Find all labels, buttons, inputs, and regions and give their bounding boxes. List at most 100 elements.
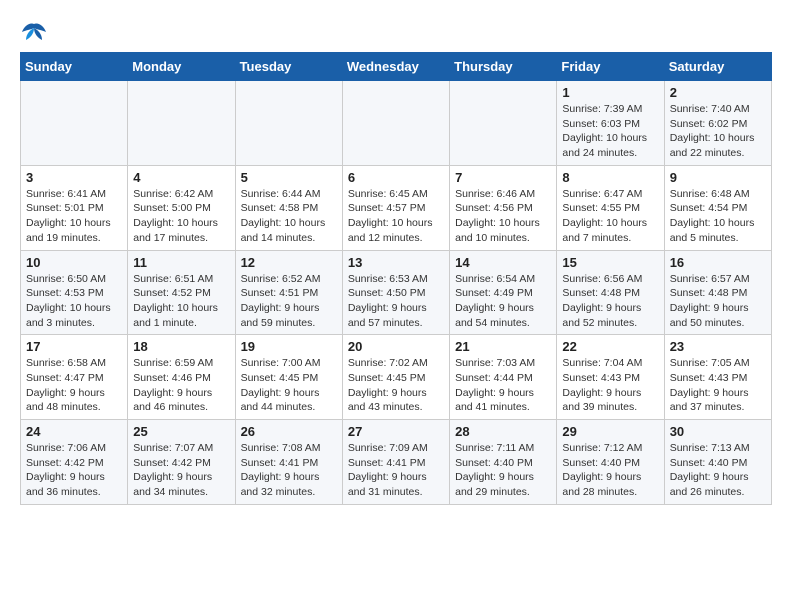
day-info: Sunrise: 6:56 AM Sunset: 4:48 PM Dayligh… bbox=[562, 272, 658, 331]
day-number: 1 bbox=[562, 85, 658, 100]
logo-bird-icon bbox=[20, 20, 48, 44]
weekday-header-friday: Friday bbox=[557, 53, 664, 81]
day-info: Sunrise: 7:08 AM Sunset: 4:41 PM Dayligh… bbox=[241, 441, 337, 500]
day-info: Sunrise: 6:58 AM Sunset: 4:47 PM Dayligh… bbox=[26, 356, 122, 415]
day-number: 23 bbox=[670, 339, 766, 354]
calendar-day-7: 7 Sunrise: 6:46 AM Sunset: 4:56 PM Daylig… bbox=[450, 165, 557, 250]
day-info: Sunrise: 6:54 AM Sunset: 4:49 PM Dayligh… bbox=[455, 272, 551, 331]
day-number: 21 bbox=[455, 339, 551, 354]
day-info: Sunrise: 6:42 AM Sunset: 5:00 PM Dayligh… bbox=[133, 187, 229, 246]
day-info: Sunrise: 7:39 AM Sunset: 6:03 PM Dayligh… bbox=[562, 102, 658, 161]
day-number: 3 bbox=[26, 170, 122, 185]
calendar-day-30: 30Sunrise: 7:13 AM Sunset: 4:40 PM Dayli… bbox=[664, 420, 771, 505]
day-info: Sunrise: 7:04 AM Sunset: 4:43 PM Dayligh… bbox=[562, 356, 658, 415]
calendar-empty-cell bbox=[21, 81, 128, 166]
day-number: 12 bbox=[241, 255, 337, 270]
day-number: 29 bbox=[562, 424, 658, 439]
day-info: Sunrise: 6:41 AM Sunset: 5:01 PM Dayligh… bbox=[26, 187, 122, 246]
calendar-day-15: 15 Sunrise: 6:56 AM Sunset: 4:48 PM Dayli… bbox=[557, 250, 664, 335]
day-info: Sunrise: 7:07 AM Sunset: 4:42 PM Dayligh… bbox=[133, 441, 229, 500]
day-number: 4 bbox=[133, 170, 229, 185]
day-number: 15 bbox=[562, 255, 658, 270]
day-info: Sunrise: 6:52 AM Sunset: 4:51 PM Dayligh… bbox=[241, 272, 337, 331]
day-number: 16 bbox=[670, 255, 766, 270]
day-number: 11 bbox=[133, 255, 229, 270]
day-info: Sunrise: 7:09 AM Sunset: 4:41 PM Dayligh… bbox=[348, 441, 444, 500]
calendar-day-22: 22 Sunrise: 7:04 AM Sunset: 4:43 PM Dayli… bbox=[557, 335, 664, 420]
calendar-week-row: 17Sunrise: 6:58 AM Sunset: 4:47 PM Dayli… bbox=[21, 335, 772, 420]
day-number: 28 bbox=[455, 424, 551, 439]
calendar-week-row: 1 Sunrise: 7:39 AM Sunset: 6:03 PM Daylig… bbox=[21, 81, 772, 166]
calendar-day-27: 27 Sunrise: 7:09 AM Sunset: 4:41 PM Dayli… bbox=[342, 420, 449, 505]
day-number: 7 bbox=[455, 170, 551, 185]
calendar-day-9: 9 Sunrise: 6:48 AM Sunset: 4:54 PM Daylig… bbox=[664, 165, 771, 250]
day-number: 25 bbox=[133, 424, 229, 439]
day-info: Sunrise: 6:47 AM Sunset: 4:55 PM Dayligh… bbox=[562, 187, 658, 246]
day-info: Sunrise: 6:57 AM Sunset: 4:48 PM Dayligh… bbox=[670, 272, 766, 331]
day-number: 13 bbox=[348, 255, 444, 270]
day-info: Sunrise: 6:48 AM Sunset: 4:54 PM Dayligh… bbox=[670, 187, 766, 246]
weekday-header-monday: Monday bbox=[128, 53, 235, 81]
calendar-day-8: 8 Sunrise: 6:47 AM Sunset: 4:55 PM Daylig… bbox=[557, 165, 664, 250]
page-header bbox=[20, 20, 772, 44]
day-info: Sunrise: 6:51 AM Sunset: 4:52 PM Dayligh… bbox=[133, 272, 229, 331]
calendar-week-row: 10 Sunrise: 6:50 AM Sunset: 4:53 PM Dayli… bbox=[21, 250, 772, 335]
calendar-day-1: 1 Sunrise: 7:39 AM Sunset: 6:03 PM Daylig… bbox=[557, 81, 664, 166]
day-info: Sunrise: 7:12 AM Sunset: 4:40 PM Dayligh… bbox=[562, 441, 658, 500]
calendar-day-12: 12 Sunrise: 6:52 AM Sunset: 4:51 PM Dayli… bbox=[235, 250, 342, 335]
day-number: 9 bbox=[670, 170, 766, 185]
calendar-week-row: 24Sunrise: 7:06 AM Sunset: 4:42 PM Dayli… bbox=[21, 420, 772, 505]
day-number: 26 bbox=[241, 424, 337, 439]
calendar-week-row: 3 Sunrise: 6:41 AM Sunset: 5:01 PM Daylig… bbox=[21, 165, 772, 250]
weekday-header-saturday: Saturday bbox=[664, 53, 771, 81]
day-number: 27 bbox=[348, 424, 444, 439]
day-number: 30 bbox=[670, 424, 766, 439]
day-number: 6 bbox=[348, 170, 444, 185]
day-info: Sunrise: 7:00 AM Sunset: 4:45 PM Dayligh… bbox=[241, 356, 337, 415]
calendar-day-24: 24Sunrise: 7:06 AM Sunset: 4:42 PM Dayli… bbox=[21, 420, 128, 505]
day-info: Sunrise: 6:45 AM Sunset: 4:57 PM Dayligh… bbox=[348, 187, 444, 246]
day-info: Sunrise: 6:50 AM Sunset: 4:53 PM Dayligh… bbox=[26, 272, 122, 331]
day-info: Sunrise: 7:03 AM Sunset: 4:44 PM Dayligh… bbox=[455, 356, 551, 415]
day-number: 22 bbox=[562, 339, 658, 354]
day-info: Sunrise: 7:02 AM Sunset: 4:45 PM Dayligh… bbox=[348, 356, 444, 415]
calendar-day-3: 3 Sunrise: 6:41 AM Sunset: 5:01 PM Daylig… bbox=[21, 165, 128, 250]
calendar-day-6: 6 Sunrise: 6:45 AM Sunset: 4:57 PM Daylig… bbox=[342, 165, 449, 250]
calendar-day-14: 14Sunrise: 6:54 AM Sunset: 4:49 PM Dayli… bbox=[450, 250, 557, 335]
calendar-day-13: 13 Sunrise: 6:53 AM Sunset: 4:50 PM Dayli… bbox=[342, 250, 449, 335]
day-number: 18 bbox=[133, 339, 229, 354]
day-info: Sunrise: 7:06 AM Sunset: 4:42 PM Dayligh… bbox=[26, 441, 122, 500]
calendar-day-25: 25 Sunrise: 7:07 AM Sunset: 4:42 PM Dayli… bbox=[128, 420, 235, 505]
weekday-header-thursday: Thursday bbox=[450, 53, 557, 81]
day-info: Sunrise: 7:40 AM Sunset: 6:02 PM Dayligh… bbox=[670, 102, 766, 161]
calendar-empty-cell bbox=[450, 81, 557, 166]
day-number: 19 bbox=[241, 339, 337, 354]
day-number: 8 bbox=[562, 170, 658, 185]
calendar-empty-cell bbox=[342, 81, 449, 166]
calendar-day-26: 26 Sunrise: 7:08 AM Sunset: 4:41 PM Dayli… bbox=[235, 420, 342, 505]
day-info: Sunrise: 6:46 AM Sunset: 4:56 PM Dayligh… bbox=[455, 187, 551, 246]
calendar-day-20: 20 Sunrise: 7:02 AM Sunset: 4:45 PM Dayli… bbox=[342, 335, 449, 420]
calendar-day-28: 28Sunrise: 7:11 AM Sunset: 4:40 PM Dayli… bbox=[450, 420, 557, 505]
calendar-day-17: 17Sunrise: 6:58 AM Sunset: 4:47 PM Dayli… bbox=[21, 335, 128, 420]
calendar-day-19: 19 Sunrise: 7:00 AM Sunset: 4:45 PM Dayli… bbox=[235, 335, 342, 420]
calendar-day-5: 5Sunrise: 6:44 AM Sunset: 4:58 PM Daylig… bbox=[235, 165, 342, 250]
calendar-day-18: 18Sunrise: 6:59 AM Sunset: 4:46 PM Dayli… bbox=[128, 335, 235, 420]
calendar-day-10: 10 Sunrise: 6:50 AM Sunset: 4:53 PM Dayli… bbox=[21, 250, 128, 335]
calendar-day-4: 4 Sunrise: 6:42 AM Sunset: 5:00 PM Daylig… bbox=[128, 165, 235, 250]
weekday-header-wednesday: Wednesday bbox=[342, 53, 449, 81]
day-info: Sunrise: 6:44 AM Sunset: 4:58 PM Dayligh… bbox=[241, 187, 337, 246]
calendar-empty-cell bbox=[235, 81, 342, 166]
day-number: 20 bbox=[348, 339, 444, 354]
weekday-header-sunday: Sunday bbox=[21, 53, 128, 81]
weekday-header-tuesday: Tuesday bbox=[235, 53, 342, 81]
calendar-day-16: 16 Sunrise: 6:57 AM Sunset: 4:48 PM Dayli… bbox=[664, 250, 771, 335]
calendar-table: SundayMondayTuesdayWednesdayThursdayFrid… bbox=[20, 52, 772, 505]
day-info: Sunrise: 7:05 AM Sunset: 4:43 PM Dayligh… bbox=[670, 356, 766, 415]
day-info: Sunrise: 6:53 AM Sunset: 4:50 PM Dayligh… bbox=[348, 272, 444, 331]
day-number: 10 bbox=[26, 255, 122, 270]
calendar-day-2: 2 Sunrise: 7:40 AM Sunset: 6:02 PM Daylig… bbox=[664, 81, 771, 166]
day-number: 2 bbox=[670, 85, 766, 100]
calendar-header-row: SundayMondayTuesdayWednesdayThursdayFrid… bbox=[21, 53, 772, 81]
calendar-day-11: 11 Sunrise: 6:51 AM Sunset: 4:52 PM Dayli… bbox=[128, 250, 235, 335]
